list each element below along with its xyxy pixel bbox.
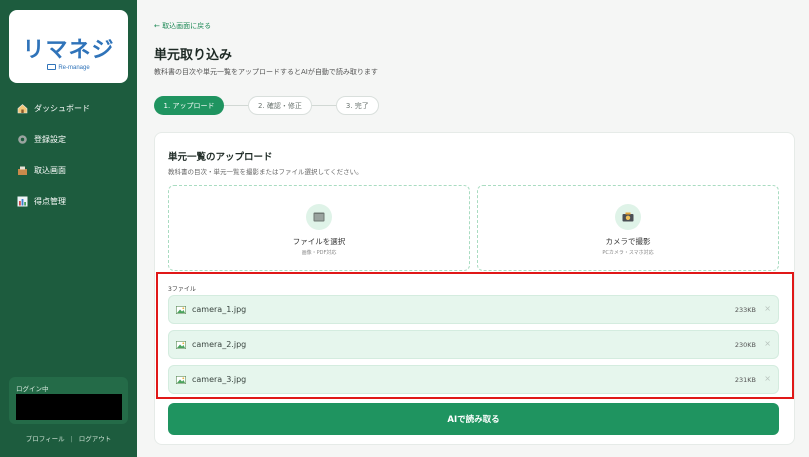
sidebar-item-label: 登録設定 (34, 135, 66, 144)
login-label: ログイン中 (16, 385, 49, 393)
upload-subtitle: 教科書の目次・単元一覧を撮影またはファイル選択してください。 (168, 168, 363, 176)
image-file-icon (176, 341, 186, 349)
ai-read-button[interactable]: AIで読み取る (168, 403, 779, 435)
sidebar-item-settings[interactable]: 登録設定 (0, 124, 137, 155)
file-count: 3ファイル (168, 286, 196, 293)
file-name: camera_3.jpg (192, 375, 247, 384)
sidebar-item-label: 得点管理 (34, 197, 66, 206)
camera-icon (615, 204, 641, 230)
camera-note: PCカメラ・スマホ対応 (602, 250, 654, 256)
logout-link[interactable]: ログアウト (79, 435, 112, 443)
logo-sub-label: Re-manage (58, 65, 90, 71)
sidebar-nav: ダッシュボード 登録設定 取込画面 得点管理 (0, 93, 137, 217)
step-upload: 1. アップロード (154, 96, 224, 115)
remove-file-button[interactable]: × (764, 304, 771, 313)
file-item: camera_1.jpg 233KB × (168, 295, 779, 324)
sidebar-item-dashboard[interactable]: ダッシュボード (0, 93, 137, 124)
back-link[interactable]: ← 取込画面に戻る (154, 21, 211, 31)
sidebar-item-label: ダッシュボード (34, 104, 90, 113)
login-status: ログイン中 (9, 377, 128, 424)
file-name: camera_2.jpg (192, 340, 247, 349)
logo-subtext: Re-manage (9, 64, 128, 71)
sidebar-item-label: 取込画面 (34, 166, 66, 175)
file-size: 233KB (734, 306, 756, 314)
upload-card: 単元一覧のアップロード 教科書の目次・単元一覧を撮影またはファイル選択してくださ… (154, 132, 795, 445)
page-title: 単元取り込み (154, 48, 233, 63)
redacted-user-name (16, 394, 122, 420)
page-subtitle: 教科書の目次や単元一覧をアップロードするとAIが自動で読み取ります (154, 68, 378, 76)
image-file-icon (176, 306, 186, 314)
file-name: camera_1.jpg (192, 305, 247, 314)
logo[interactable]: リマネジ Re-manage (9, 10, 128, 83)
account-links: プロフィール | ログアウト (0, 433, 137, 443)
sidebar: リマネジ Re-manage ダッシュボード 登録設定 取込画面 得点管理 ログ… (0, 0, 137, 457)
sidebar-item-scores[interactable]: 得点管理 (0, 186, 137, 217)
file-select-label: ファイルを選択 (292, 237, 346, 246)
file-item: camera_3.jpg 231KB × (168, 365, 779, 394)
sidebar-item-import[interactable]: 取込画面 (0, 155, 137, 186)
gear-icon (16, 134, 28, 146)
logo-mark-icon (47, 64, 57, 70)
camera-dropzone[interactable]: カメラで撮影 PCカメラ・スマホ対応 (477, 185, 779, 271)
logo-text: リマネジ (22, 38, 115, 63)
progress-steps: 1. アップロード 2. 確認・修正 3. 完了 (154, 96, 379, 115)
bar-chart-icon (16, 196, 28, 208)
file-size: 230KB (734, 341, 756, 349)
link-separator: | (70, 435, 73, 443)
file-item: camera_2.jpg 230KB × (168, 330, 779, 359)
folder-icon (306, 204, 332, 230)
inbox-tray-icon (16, 165, 28, 177)
camera-label: カメラで撮影 (605, 237, 651, 246)
image-file-icon (176, 376, 186, 384)
file-size: 231KB (734, 376, 756, 384)
step-review: 2. 確認・修正 (248, 96, 312, 115)
upload-title: 単元一覧のアップロード (168, 152, 273, 163)
step-connector (311, 105, 336, 106)
house-icon (16, 103, 28, 115)
profile-link[interactable]: プロフィール (26, 435, 65, 443)
file-select-note: 画像・PDF対応 (301, 250, 337, 256)
remove-file-button[interactable]: × (764, 339, 771, 348)
step-connector (224, 105, 248, 106)
file-select-dropzone[interactable]: ファイルを選択 画像・PDF対応 (168, 185, 470, 271)
step-complete: 3. 完了 (335, 96, 379, 115)
remove-file-button[interactable]: × (764, 374, 771, 383)
